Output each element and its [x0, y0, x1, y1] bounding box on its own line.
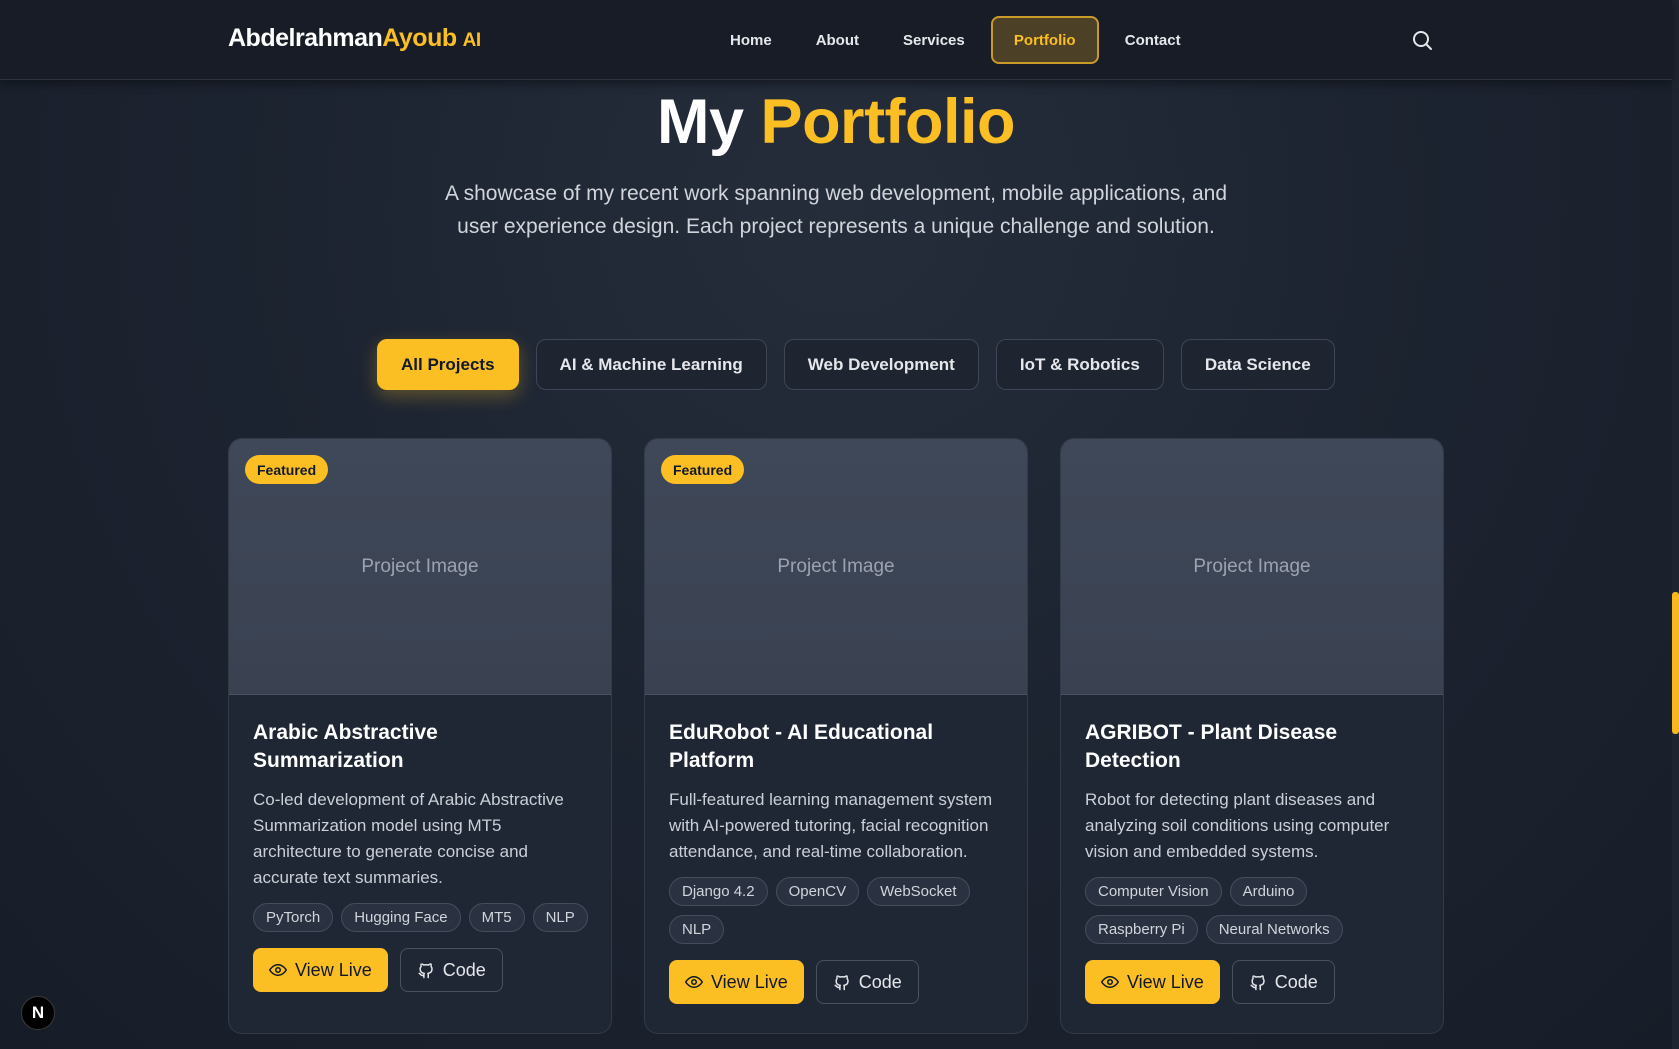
- project-card-body: EduRobot - AI Educational Platform Full-…: [669, 719, 1005, 1004]
- tag: NLP: [669, 915, 725, 944]
- main-nav: Home About Services Portfolio Contact: [712, 16, 1199, 64]
- brand-suffix: AI: [462, 30, 482, 51]
- tag: Neural Networks: [1205, 915, 1343, 944]
- github-icon: [1250, 975, 1265, 991]
- filter-ai-ml[interactable]: AI & Machine Learning: [535, 339, 767, 390]
- project-title: Arabic Abstractive Summarization: [253, 721, 438, 772]
- dev-tools-badge[interactable]: N: [21, 996, 55, 1030]
- view-live-button[interactable]: View Live: [669, 960, 804, 1004]
- featured-badge: Featured: [661, 455, 745, 484]
- project-description: Co-led development of Arabic Abstractive…: [253, 790, 564, 887]
- project-title: EduRobot - AI Educational Platform: [669, 721, 934, 772]
- tag: PyTorch: [253, 903, 334, 932]
- project-image-placeholder: Project Image: [1193, 555, 1311, 577]
- code-label: Code: [858, 971, 902, 992]
- eye-icon: [1101, 976, 1119, 988]
- search-button[interactable]: [1410, 28, 1434, 52]
- code-label: Code: [442, 959, 486, 980]
- project-actions: View Live Code: [669, 960, 1005, 1004]
- project-image-placeholder: Project Image: [777, 555, 895, 577]
- github-icon: [834, 975, 849, 991]
- nav-services[interactable]: Services: [885, 16, 983, 64]
- project-image: Project Image: [1061, 439, 1443, 695]
- project-card-edurobot[interactable]: Project Image Featured EduRobot - AI Edu…: [644, 438, 1028, 1034]
- project-card-body: Arabic Abstractive Summarization Co-led …: [253, 719, 589, 992]
- nav-contact[interactable]: Contact: [1107, 16, 1199, 64]
- nav-portfolio[interactable]: Portfolio: [990, 16, 1099, 64]
- tag: Django 4.2: [669, 877, 768, 906]
- filter-iot-robotics[interactable]: IoT & Robotics: [995, 339, 1164, 390]
- project-actions: View Live Code: [1085, 960, 1421, 1004]
- tag: Raspberry Pi: [1085, 915, 1198, 944]
- filter-all-projects[interactable]: All Projects: [377, 339, 519, 390]
- scrollbar-thumb[interactable]: [1672, 592, 1679, 734]
- featured-badge: Featured: [245, 455, 329, 484]
- tag: NLP: [532, 903, 588, 932]
- nav-about[interactable]: About: [798, 16, 877, 64]
- brand-first-name: Abdelrahman: [228, 24, 383, 52]
- tag: OpenCV: [775, 877, 860, 906]
- filter-web-development[interactable]: Web Development: [783, 339, 979, 390]
- nav-home[interactable]: Home: [712, 16, 790, 64]
- project-card-arabic-summarization[interactable]: Project Image Featured Arabic Abstractiv…: [228, 438, 612, 1034]
- project-tags: PyTorch Hugging Face MT5 NLP: [253, 903, 589, 932]
- scrollbar-track[interactable]: [1672, 0, 1679, 1049]
- eye-icon: [685, 976, 703, 988]
- code-button[interactable]: Code: [815, 960, 919, 1004]
- project-title: AGRIBOT - Plant Disease Detection: [1085, 721, 1338, 772]
- search-icon: [1413, 31, 1432, 50]
- view-live-label: View Live: [295, 959, 372, 980]
- category-filters: All Projects AI & Machine Learning Web D…: [377, 339, 1335, 390]
- filter-data-science[interactable]: Data Science: [1180, 339, 1335, 390]
- tag: WebSocket: [867, 877, 970, 906]
- code-label: Code: [1274, 971, 1318, 992]
- project-card-body: AGRIBOT - Plant Disease Detection Robot …: [1085, 719, 1421, 1004]
- brand-last-name: Ayoub: [382, 24, 457, 52]
- tag: Computer Vision: [1085, 877, 1222, 906]
- project-description: Full-featured learning management system…: [669, 790, 993, 861]
- tag: Hugging Face: [341, 903, 461, 932]
- tag: Arduino: [1229, 877, 1308, 906]
- brand-logo[interactable]: AbdelrahmanAyoub AI: [228, 24, 481, 53]
- project-description: Robot for detecting plant diseases and a…: [1085, 790, 1390, 861]
- code-button[interactable]: Code: [399, 948, 503, 992]
- view-live-button[interactable]: View Live: [253, 948, 388, 992]
- page-title: My Portfolio: [0, 86, 1672, 158]
- project-tags: Computer Vision Arduino Raspberry Pi Neu…: [1085, 877, 1421, 944]
- site-header: AbdelrahmanAyoub AI Home About Services P…: [0, 0, 1672, 80]
- github-icon: [418, 963, 433, 979]
- project-image-placeholder: Project Image: [361, 555, 479, 577]
- title-plain: My: [657, 87, 744, 157]
- eye-icon: [269, 964, 287, 976]
- project-tags: Django 4.2 OpenCV WebSocket NLP: [669, 877, 1005, 944]
- page-subtitle: A showcase of my recent work spanning we…: [444, 182, 1228, 238]
- view-live-label: View Live: [1127, 971, 1204, 992]
- code-button[interactable]: Code: [1231, 960, 1335, 1004]
- tag: MT5: [468, 903, 525, 932]
- title-accent: Portfolio: [760, 87, 1016, 157]
- view-live-button[interactable]: View Live: [1085, 960, 1220, 1004]
- project-card-agribot[interactable]: Project Image AGRIBOT - Plant Disease De…: [1060, 438, 1444, 1034]
- view-live-label: View Live: [711, 971, 788, 992]
- project-actions: View Live Code: [253, 948, 589, 992]
